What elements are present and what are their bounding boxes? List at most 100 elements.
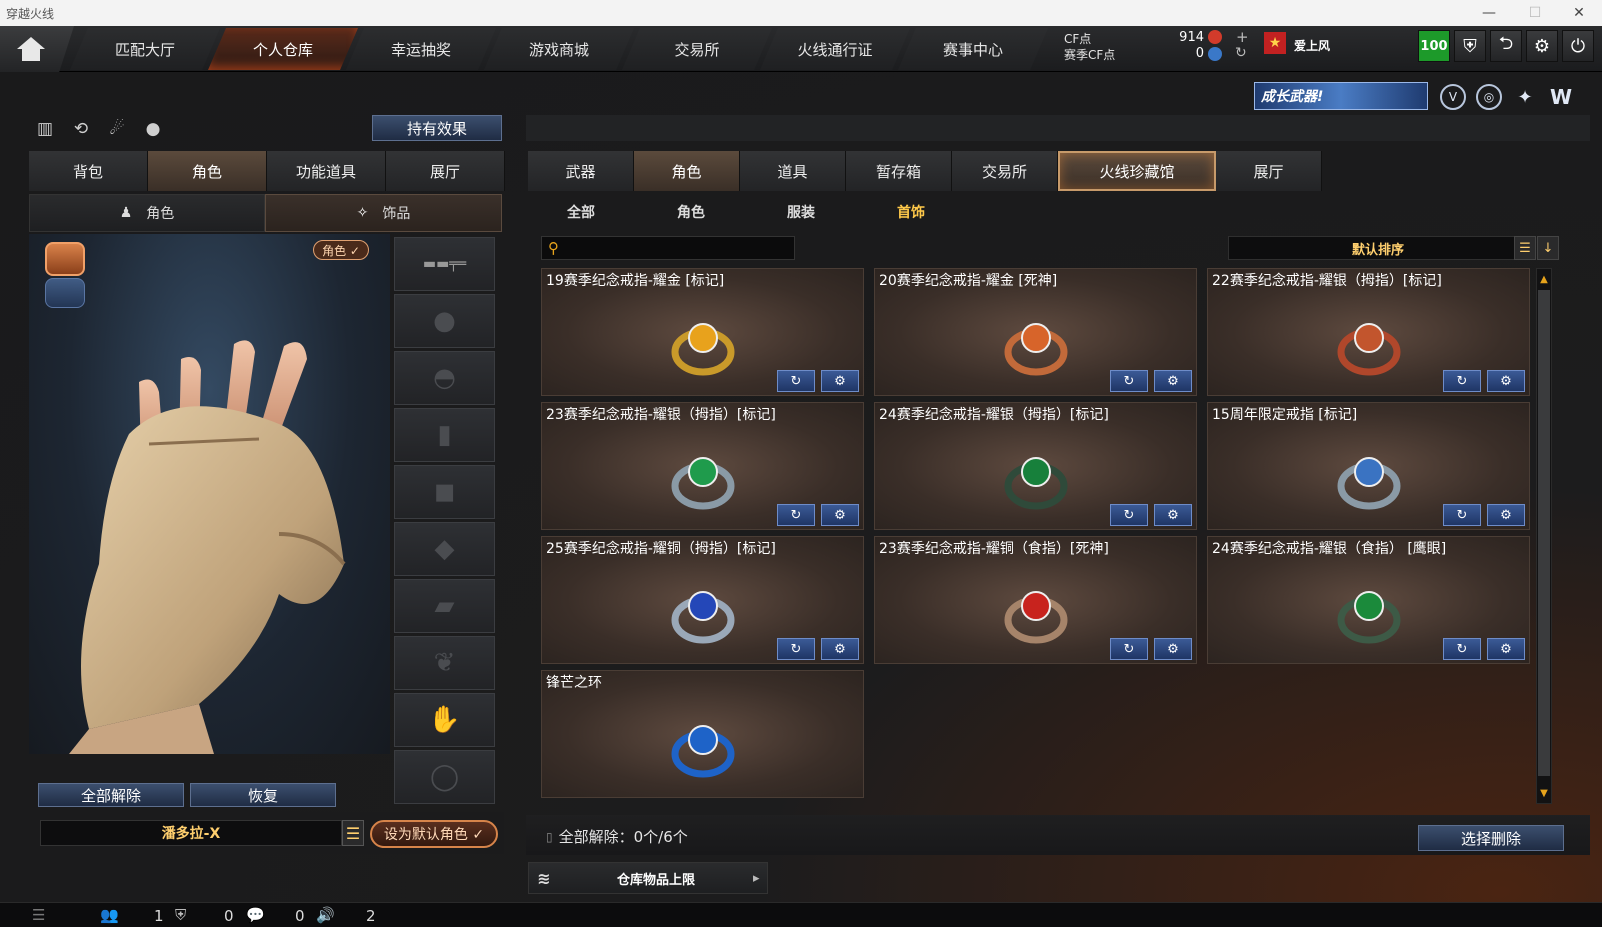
sort-dropdown[interactable]: 默认排序 [1228,236,1528,260]
speaker-icon[interactable]: 🔊 [316,906,335,924]
slot-glove[interactable]: ✋ [394,693,495,747]
restore-button[interactable]: 恢复 [190,783,336,807]
exchange-gp-icon[interactable]: ↻ [1443,504,1481,526]
nav-tab-personal-warehouse[interactable]: 个人仓库 [208,28,358,70]
character-menu-icon[interactable]: ☰ [342,820,364,846]
exchange-gp-icon[interactable]: ↻ [777,504,815,526]
slot-accessory[interactable]: ▮ [394,408,495,462]
item-settings-icon[interactable]: ⚙ [1487,370,1525,392]
tab-characters[interactable]: 角色 [634,151,740,191]
subtab-character[interactable]: ♟ 角色 [29,194,265,232]
filter-jewelry[interactable]: 首饰 [856,193,966,231]
maximize-icon[interactable]: ☐ [1512,0,1558,26]
growth-weapon-banner[interactable]: 成长武器! [1254,82,1428,110]
star-badge-icon[interactable]: ✦ [1512,84,1538,110]
power-icon[interactable]: ⏻ [1562,30,1594,62]
holding-effect-button[interactable]: 持有效果 [372,115,502,141]
item-settings-icon[interactable]: ⚙ [821,370,859,392]
nav-tab-game-store[interactable]: 游戏商城 [484,28,634,70]
tab-character[interactable]: 角色 [148,151,267,191]
slot-glasses[interactable]: ◓ [394,351,495,405]
item-settings-icon[interactable]: ⚙ [821,638,859,660]
refresh-icon[interactable]: ↻ [1235,45,1247,61]
item-card[interactable]: 锋芒之环 [541,670,864,798]
item-settings-icon[interactable]: ⚙ [1487,504,1525,526]
item-card[interactable]: 22赛季纪念戒指-耀银（拇指）[标记] ↻ ⚙ [1207,268,1530,396]
return-icon[interactable]: ⮌ [1490,30,1522,62]
slot-pet[interactable]: ❦ [394,636,495,690]
minimize-icon[interactable]: — [1466,0,1512,26]
slot-vest[interactable]: ◆ [394,522,495,576]
item-settings-icon[interactable]: ⚙ [1154,370,1192,392]
sort-list-icon[interactable]: ☰ [1514,236,1536,260]
tab-weapons[interactable]: 武器 [528,151,634,191]
level-badge[interactable]: 100 [1418,30,1450,62]
search-input[interactable]: ⚲ [541,236,795,260]
exchange-gp-icon[interactable]: ↻ [1110,370,1148,392]
tab-backpack[interactable]: 背包 [29,151,148,191]
stats-icon[interactable]: ▥ [32,116,58,142]
nav-tab-event-center[interactable]: 赛事中心 [898,28,1048,70]
home-button[interactable] [0,26,74,72]
item-card[interactable]: 25赛季纪念戒指-耀铜（拇指）[标记] ↻ ⚙ [541,536,864,664]
item-settings-icon[interactable]: ⚙ [821,504,859,526]
nav-tab-match-lobby[interactable]: 匹配大厅 [70,28,220,70]
item-card[interactable]: 20赛季纪念戒指-耀金 [死神] ↻ ⚙ [874,268,1197,396]
slot-backpack[interactable]: ◼ [394,465,495,519]
item-card[interactable]: 19赛季纪念戒指-耀金 [标记] ↻ ⚙ [541,268,864,396]
item-card[interactable]: 23赛季纪念戒指-耀银（拇指）[标记] ↻ ⚙ [541,402,864,530]
exchange-gp-icon[interactable]: ↻ [1110,504,1148,526]
filter-all[interactable]: 全部 [526,193,636,231]
tab-storage-box[interactable]: 暂存箱 [846,151,952,191]
history-icon[interactable]: ⟲ [68,116,94,142]
set-default-character-button[interactable]: 设为默认角色 ✓ [370,820,498,848]
exchange-gp-icon[interactable]: ↻ [1110,638,1148,660]
chat-icon[interactable]: 💬 [246,906,265,924]
sort-direction-icon[interactable]: ↓ [1537,236,1559,260]
select-delete-button[interactable]: 选择删除 [1418,825,1564,851]
scrollbar-thumb[interactable] [1538,290,1550,776]
exchange-gp-icon[interactable]: ↻ [1443,638,1481,660]
exchange-gp-icon[interactable]: ↻ [777,638,815,660]
nav-tab-battle-pass[interactable]: 火线通行证 [760,28,910,70]
nav-tab-exchange[interactable]: 交易所 [622,28,772,70]
slot-helmet[interactable]: ● [394,294,495,348]
subtab-accessories[interactable]: ✧ 饰品 [265,194,502,232]
item-card[interactable]: 24赛季纪念戒指-耀银（食指） [鹰眼] ↻ ⚙ [1207,536,1530,664]
item-settings-icon[interactable]: ⚙ [1154,638,1192,660]
item-card[interactable]: 15周年限定戒指 [标记] ↻ ⚙ [1207,402,1530,530]
filter-clothing[interactable]: 服装 [746,193,856,231]
exchange-gp-icon[interactable]: ↻ [1443,370,1481,392]
tab-trading[interactable]: 交易所 [952,151,1058,191]
tab-showroom[interactable]: 展厅 [386,151,505,191]
item-card[interactable]: 24赛季纪念戒指-耀银（拇指）[标记] ↻ ⚙ [874,402,1197,530]
globe-icon[interactable]: ◎ [1476,84,1502,110]
add-cf-icon[interactable]: + [1236,28,1249,46]
list-icon[interactable]: ☰ [32,906,45,924]
shield-icon[interactable]: ⛨ [1454,30,1486,62]
item-settings-icon[interactable]: ⚙ [1487,638,1525,660]
tab-collection-hall[interactable]: 火线珍藏馆 [1058,151,1216,191]
exchange-gp-icon[interactable]: ↻ [777,370,815,392]
item-settings-icon[interactable]: ⚙ [1154,504,1192,526]
scroll-up-icon[interactable]: ▲ [1538,272,1550,286]
close-icon[interactable]: ✕ [1556,0,1602,26]
w-logo-icon[interactable]: W [1546,84,1576,110]
badge-icon-v[interactable]: V [1440,84,1466,110]
scroll-down-icon[interactable]: ▼ [1538,786,1550,800]
slot-ring[interactable]: ◯ [394,750,495,804]
character-preview[interactable]: 角色 ✓ [29,234,390,754]
item-card[interactable]: 23赛季纪念戒指-耀铜（食指）[死神] ↻ ⚙ [874,536,1197,664]
slot-pants[interactable]: ▰ [394,579,495,633]
tab-right-showroom[interactable]: 展厅 [1216,151,1322,191]
warehouse-capacity-bar[interactable]: ≋ 仓库物品上限 ▸ [528,862,768,894]
character-action-icon[interactable]: ☄ [104,116,130,142]
friends-icon[interactable]: 👥 [100,906,119,924]
grenade-icon[interactable]: ● [140,116,166,142]
tab-function-items[interactable]: 功能道具 [267,151,386,191]
filter-character[interactable]: 角色 [636,193,746,231]
tab-items[interactable]: 道具 [740,151,846,191]
gear-icon[interactable]: ⚙ [1526,30,1558,62]
slot-weapon[interactable]: ▬▬╤═ [394,237,495,291]
unequip-all-button[interactable]: 全部解除 [38,783,184,807]
